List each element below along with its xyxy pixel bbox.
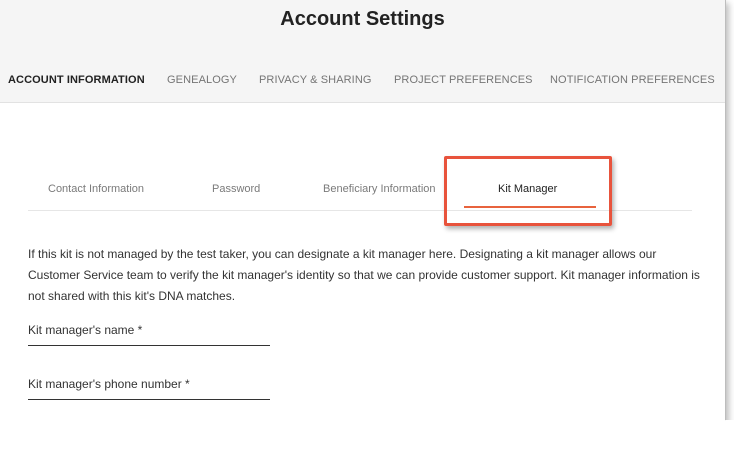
settings-window: Account Settings Account Information Gen… [0, 0, 726, 440]
page-title: Account Settings [280, 8, 445, 30]
tab-privacy-sharing[interactable]: Privacy & Sharing [259, 74, 372, 86]
kit-manager-description: If this kit is not managed by the test t… [28, 247, 700, 303]
page-header: Account Settings Account Information Gen… [0, 0, 725, 103]
kit-manager-name-field[interactable]: Kit manager's name * [28, 321, 270, 346]
kit-manager-highlight-box [444, 156, 612, 226]
kit-manager-phone-field[interactable]: Kit manager's phone number * [28, 375, 270, 400]
main-tab-bar: Account Information Genealogy Privacy & … [0, 74, 725, 90]
subtab-contact-information[interactable]: Contact Information [48, 183, 144, 195]
subtab-password[interactable]: Password [212, 183, 260, 195]
tab-notification-preferences[interactable]: Notification Preferences [550, 74, 715, 86]
tab-project-preferences[interactable]: Project Preferences [394, 74, 533, 86]
torn-page-edge [0, 420, 734, 450]
tab-genealogy[interactable]: Genealogy [167, 74, 237, 86]
kit-manager-name-input[interactable] [28, 321, 270, 345]
subtab-beneficiary-information[interactable]: Beneficiary Information [323, 183, 436, 195]
kit-manager-phone-input[interactable] [28, 375, 270, 399]
tab-account-information[interactable]: Account Information [8, 74, 145, 86]
